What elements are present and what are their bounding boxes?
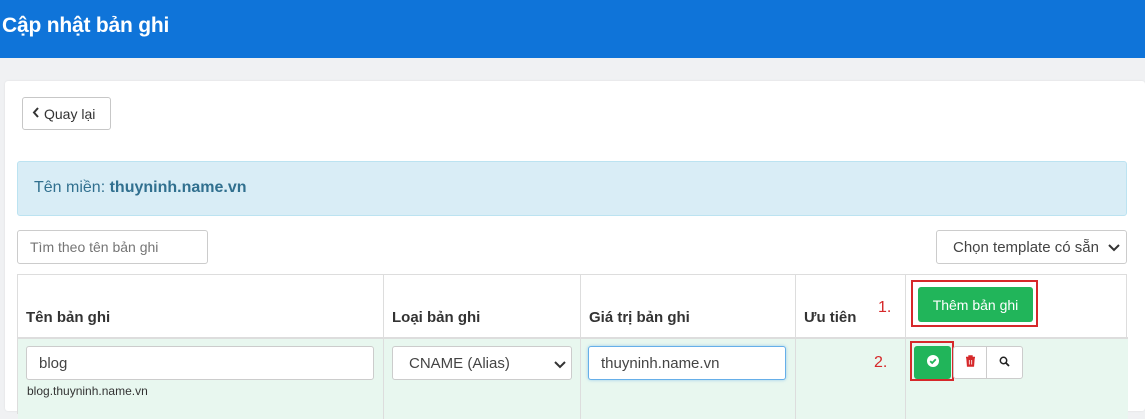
record-name-input[interactable]: blog — [26, 346, 374, 380]
cell-type: CNAME (Alias) — [384, 339, 581, 419]
domain-info-box: Tên miền: thuyninh.name.vn — [17, 161, 1127, 216]
record-fqdn: blog.thuyninh.name.vn — [27, 384, 148, 398]
domain-label-line: Tên miền: thuyninh.name.vn — [34, 179, 247, 197]
domain-label: Tên miền: — [34, 179, 106, 196]
search-input[interactable] — [17, 230, 208, 264]
check-circle-icon — [926, 354, 939, 372]
cell-value: thuyninh.name.vn — [581, 339, 796, 419]
chevron-left-icon — [32, 106, 40, 121]
column-header-type: Loại bản ghi — [384, 275, 581, 337]
save-record-button[interactable] — [914, 346, 951, 379]
back-button-label: Quay lại — [44, 105, 96, 122]
chevron-down-icon — [554, 357, 566, 374]
annotation-step-2: 2. — [874, 354, 888, 371]
back-button[interactable]: Quay lại — [22, 97, 111, 130]
template-select-value: Chọn template có sẵn — [953, 238, 1099, 256]
add-record-button[interactable]: Thêm bản ghi — [918, 287, 1033, 322]
annotation-step-1: 1. — [878, 299, 892, 316]
column-header-value: Giá trị bản ghi — [581, 275, 796, 337]
column-header-name: Tên bản ghi — [18, 275, 384, 337]
search-icon — [999, 354, 1010, 372]
delete-record-button[interactable] — [953, 346, 987, 379]
record-type-value: CNAME (Alias) — [409, 354, 510, 372]
record-value-input[interactable]: thuyninh.name.vn — [588, 346, 786, 380]
cell-name: blog blog.thuyninh.name.vn — [18, 339, 384, 419]
trash-icon — [965, 354, 976, 372]
page-header: Cập nhật bản ghi — [0, 0, 1145, 58]
domain-value: thuyninh.name.vn — [109, 179, 247, 196]
chevron-down-icon — [1108, 240, 1120, 252]
template-select[interactable]: Chọn template có sẵn — [936, 230, 1127, 264]
cell-priority — [796, 339, 906, 419]
record-type-select[interactable]: CNAME (Alias) — [392, 346, 572, 380]
view-record-button[interactable] — [986, 346, 1023, 379]
page-title: Cập nhật bản ghi — [2, 14, 170, 37]
